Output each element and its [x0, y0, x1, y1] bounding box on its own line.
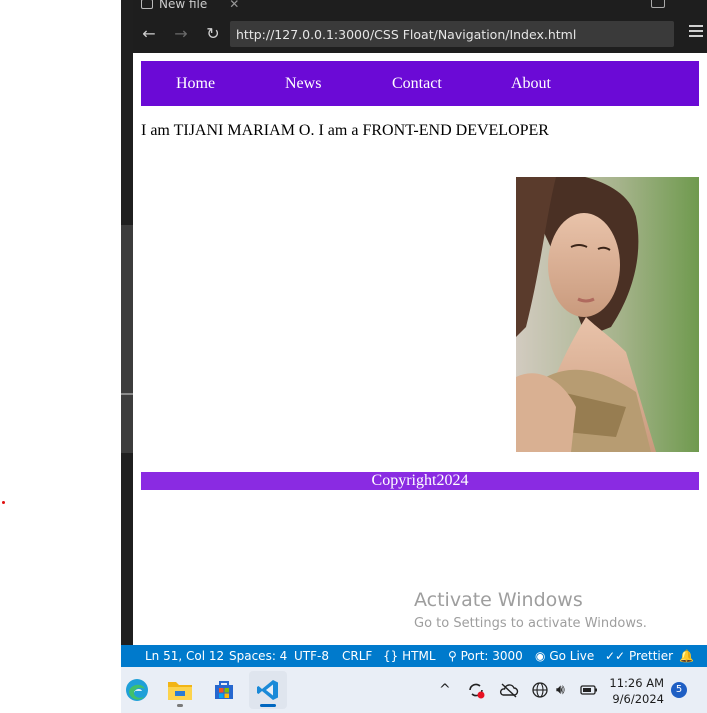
battery-icon[interactable] [580, 667, 598, 713]
nav-home[interactable]: Home [176, 61, 215, 106]
volume-icon[interactable]: 🔊︎ [556, 667, 565, 713]
port-label: Port: 3000 [460, 649, 523, 663]
menu-icon[interactable] [689, 25, 703, 37]
nav-contact[interactable]: Contact [392, 61, 442, 106]
line-ending[interactable]: CRLF [342, 645, 372, 667]
address-bar[interactable]: http://127.0.0.1:3000/CSS Float/Navigati… [230, 21, 674, 47]
encoding[interactable]: UTF-8 [294, 645, 329, 667]
notification-badge[interactable]: 5 [671, 682, 687, 698]
editor-scrollbar[interactable] [121, 0, 133, 645]
go-live-label: Go Live [549, 649, 595, 663]
screen: New file ✕ ← → ↻ http://127.0.0.1:3000/C… [0, 0, 707, 713]
vscode-status-bar: Ln 51, Col 12 Spaces: 4 UTF-8 CRLF {} HT… [121, 645, 707, 667]
nav-news[interactable]: News [285, 61, 321, 106]
braces-icon: {} [383, 649, 399, 663]
prettier-status[interactable]: ✓✓ Prettier [605, 645, 673, 667]
nav-about[interactable]: About [511, 61, 551, 106]
clock-time: 11:26 AM [609, 676, 664, 690]
indentation[interactable]: Spaces: 4 [229, 645, 287, 667]
prettier-label: Prettier [628, 649, 674, 663]
desktop-area [0, 0, 121, 713]
clock-date: 9/6/2024 [612, 692, 664, 706]
network-icon[interactable] [531, 667, 549, 713]
web-page: Home News Contact About I am TIJANI MARI… [133, 53, 707, 645]
portrait-image [516, 177, 699, 452]
tab-title: New file [159, 0, 208, 11]
go-live-button[interactable]: ◉ Go Live [535, 645, 594, 667]
cursor-position[interactable]: Ln 51, Col 12 [145, 645, 224, 667]
active-indicator [260, 704, 276, 707]
preview-browser: New file ✕ ← → ↻ http://127.0.0.1:3000/C… [133, 0, 707, 645]
onedrive-offline-icon[interactable] [499, 667, 519, 713]
scrollbar-thumb[interactable] [121, 225, 133, 453]
radio-icon: ◉ [535, 649, 546, 663]
activate-windows-watermark: Activate Windows Go to Settings to activ… [414, 589, 647, 631]
system-clock[interactable]: 11:26 AM 9/6/2024 [609, 675, 664, 707]
language-label: HTML [402, 649, 436, 663]
language-mode[interactable]: {} HTML [383, 645, 436, 667]
site-navigation: Home News Contact About [141, 61, 699, 106]
page-icon [141, 0, 153, 9]
browser-tab[interactable]: New file ✕ [141, 0, 239, 14]
back-icon[interactable]: ← [133, 18, 165, 50]
watermark-subtitle: Go to Settings to activate Windows. [414, 616, 647, 631]
watermark-title: Activate Windows [414, 589, 583, 611]
new-tab-icon[interactable] [651, 0, 665, 8]
running-indicator [177, 704, 183, 707]
browser-toolbar: ← → ↻ http://127.0.0.1:3000/CSS Float/Na… [133, 14, 707, 53]
file-explorer-icon[interactable] [161, 671, 199, 709]
reload-icon[interactable]: ↻ [197, 18, 229, 50]
sync-icon[interactable] [466, 667, 486, 713]
intro-text: I am TIJANI MARIAM O. I am a FRONT-END D… [141, 122, 549, 139]
close-icon[interactable]: ✕ [229, 0, 239, 11]
bell-icon[interactable]: 🔔 [679, 645, 694, 667]
edge-icon[interactable] [118, 671, 156, 709]
browser-tab-bar: New file ✕ [133, 0, 707, 14]
microsoft-store-icon[interactable] [205, 671, 243, 709]
show-hidden-icons[interactable]: ^ [439, 667, 451, 713]
scrollbar-marker [121, 393, 133, 395]
double-check-icon: ✓✓ [605, 649, 626, 663]
red-dot [2, 501, 5, 504]
url-text: http://127.0.0.1:3000/CSS Float/Navigati… [236, 26, 577, 42]
forward-icon[interactable]: → [165, 18, 197, 50]
site-footer: Copyright2024 [141, 472, 699, 490]
vscode-icon[interactable] [249, 671, 287, 709]
broadcast-icon: ⚲ [448, 649, 457, 663]
windows-taskbar: ^ 🔊︎ 11:26 AM 9/6/2024 5 [121, 667, 707, 713]
live-server-port[interactable]: ⚲ Port: 3000 [448, 645, 523, 667]
